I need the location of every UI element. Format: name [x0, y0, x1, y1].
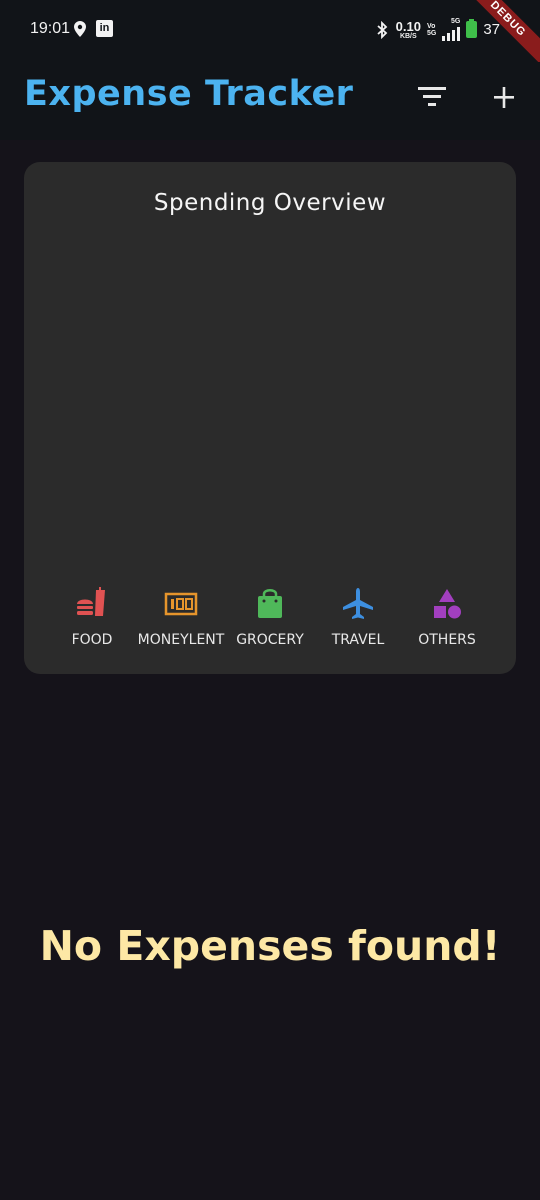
volte-bottom: 5G	[426, 29, 437, 37]
volte-indicator: Vo 5G	[427, 23, 436, 37]
signal-strength-icon	[442, 25, 461, 41]
network-speed-value: 0.10	[395, 18, 421, 34]
app-bar: Expense Tracker	[0, 62, 540, 140]
filter-button[interactable]	[414, 82, 450, 112]
app-title: Expense Tracker	[24, 74, 354, 114]
category-legend: FOOD MONEYLENT GROCERY TRAVEL OTHERS	[24, 586, 516, 656]
status-notification-icons: in	[74, 20, 113, 37]
bluetooth-icon	[377, 20, 387, 39]
signal-group: 5G	[442, 18, 461, 41]
category-others[interactable]: OTHERS	[392, 586, 502, 648]
status-time: 19:01	[30, 20, 71, 37]
network-speed-unit: KB/S	[399, 32, 417, 40]
status-bar: 19:01 in 0.10 KB/S Vo 5G 5G 37 DEBUG	[0, 0, 540, 68]
status-system-icons: 0.10 KB/S Vo 5G 5G 37	[376, 18, 500, 41]
filter-list-icon	[418, 87, 446, 106]
screen: 19:01 in 0.10 KB/S Vo 5G 5G 37 DEBUG Exp…	[0, 0, 540, 1200]
battery-charging-icon	[466, 19, 478, 38]
location-pin-icon	[74, 20, 86, 37]
network-speed: 0.10 KB/S	[396, 20, 421, 40]
shopping-bag-icon	[258, 589, 282, 618]
battery-level: 37	[483, 21, 500, 38]
airplane-icon	[343, 588, 373, 619]
volte-top: Vo	[426, 22, 436, 30]
spending-overview-card: Spending Overview FOOD MONEYLENT GROCERY…	[24, 162, 516, 674]
add-expense-button[interactable]	[486, 80, 522, 116]
plus-icon	[494, 87, 514, 108]
money-icon	[164, 592, 198, 616]
fastfood-icon	[77, 587, 105, 616]
category-others-label: OTHERS	[418, 632, 476, 648]
linkedin-icon: in	[96, 20, 113, 37]
category-icon	[434, 589, 461, 619]
overview-title: Spending Overview	[153, 190, 387, 216]
empty-state-message: No Expenses found!	[39, 922, 501, 970]
network-type: 5G	[450, 18, 461, 25]
